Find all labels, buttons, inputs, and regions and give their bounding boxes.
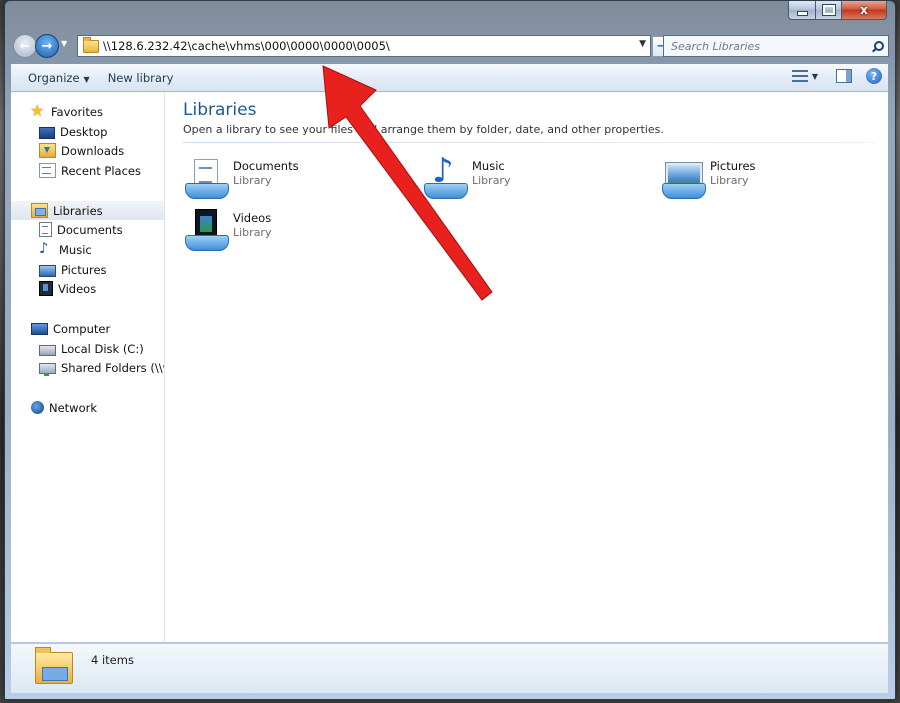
sidebar-item-label: Documents: [57, 222, 123, 237]
videos-icon: [39, 281, 53, 296]
sidebar-item-label: Desktop: [60, 124, 108, 139]
sidebar-item-label: Computer: [53, 321, 111, 336]
folder-icon: [83, 36, 99, 53]
sidebar-item-libraries[interactable]: Libraries: [11, 201, 164, 220]
library-type: Library: [233, 174, 272, 187]
sidebar-item-desktop[interactable]: Desktop: [11, 122, 164, 141]
navigation-row: ← → ▼ \\128.6.232.42\cache\vhms\000\0000…: [5, 33, 895, 59]
preview-pane-icon[interactable]: [836, 69, 852, 83]
computer-icon: [31, 323, 48, 335]
library-name: Documents: [233, 159, 299, 173]
organize-label: Organize: [28, 70, 80, 85]
sidebar-item-label: Libraries: [53, 203, 103, 218]
network-icon: [31, 401, 44, 414]
close-button[interactable]: x: [842, 1, 887, 20]
star-icon: [30, 101, 46, 120]
library-item-videos[interactable]: Videos Library: [183, 209, 413, 253]
change-view-icon[interactable]: [791, 70, 808, 82]
search-box[interactable]: Search Libraries: [663, 35, 889, 57]
sidebar-item-label: Pictures: [61, 262, 107, 277]
library-item-music[interactable]: ♪ Music Library: [422, 151, 652, 201]
organize-menu[interactable]: Organize ▼: [28, 71, 90, 85]
recent-places-icon: [39, 163, 56, 178]
sidebar-item-pictures[interactable]: Pictures: [11, 260, 164, 279]
address-history-dropdown[interactable]: ▼: [639, 39, 646, 49]
documents-icon: [39, 222, 52, 237]
sidebar-item-label: Recent Places: [61, 163, 141, 178]
forward-button[interactable]: →: [35, 34, 59, 58]
sidebar-item-recent-places[interactable]: Recent Places: [11, 161, 164, 180]
sidebar-item-label: Favorites: [51, 104, 103, 119]
library-name: Pictures: [710, 159, 756, 173]
recent-pages-dropdown[interactable]: ▼: [61, 39, 67, 48]
shared-folder-icon: [39, 363, 56, 376]
caption-buttons: x: [788, 1, 887, 20]
sidebar-item-music[interactable]: Music: [11, 239, 164, 259]
minimize-icon: [796, 10, 808, 16]
divider: [183, 142, 877, 143]
search-input[interactable]: Search Libraries: [671, 40, 872, 53]
sidebar-item-downloads[interactable]: Downloads: [11, 141, 164, 160]
library-type: Library: [710, 174, 749, 187]
disk-icon: [39, 344, 56, 356]
forward-arrow-icon: →: [41, 38, 53, 54]
library-type: Library: [233, 226, 272, 239]
library-name: Videos: [233, 211, 272, 225]
help-icon[interactable]: ?: [866, 68, 882, 84]
library-name: Music: [472, 159, 505, 173]
maximize-button[interactable]: [816, 1, 842, 20]
library-item-pictures[interactable]: Pictures Library: [660, 157, 890, 201]
library-type: Library: [472, 174, 511, 187]
pictures-icon: [39, 264, 56, 277]
page-title: Libraries: [183, 100, 257, 120]
sidebar-item-local-disk[interactable]: Local Disk (C:): [11, 339, 164, 358]
command-bar: Organize ▼ New library ▼ ?: [11, 64, 888, 92]
sidebar-item-label: Shared Folders (\\vn: [61, 360, 164, 375]
back-arrow-icon: ←: [19, 38, 31, 54]
sidebar-item-label: Network: [49, 400, 98, 415]
library-folder-icon: [35, 647, 73, 684]
back-button[interactable]: ←: [13, 34, 37, 58]
documents-library-icon: [183, 157, 229, 201]
close-icon: x: [860, 3, 868, 17]
chevron-down-icon: ▼: [83, 74, 90, 84]
sidebar-item-shared-folders[interactable]: Shared Folders (\\vn: [11, 358, 164, 377]
sidebar-item-label: Videos: [58, 281, 97, 296]
sidebar-item-computer[interactable]: Computer: [11, 319, 164, 338]
downloads-icon: [39, 143, 56, 158]
address-bar[interactable]: \\128.6.232.42\cache\vhms\000\0000\0000\…: [77, 35, 651, 57]
view-controls: ▼ ?: [791, 68, 882, 84]
pictures-library-icon: [660, 157, 706, 201]
sidebar-item-label: Local Disk (C:): [61, 341, 144, 356]
maximize-icon: [821, 4, 836, 16]
navigation-pane: Favorites Desktop Downloads Recent Place…: [11, 92, 165, 642]
search-icon[interactable]: [872, 41, 884, 51]
item-count: 4 items: [91, 653, 134, 667]
view-options-dropdown[interactable]: ▼: [812, 72, 818, 81]
status-bar: 4 items: [11, 643, 888, 693]
content-pane: Libraries Open a library to see your fil…: [165, 92, 888, 642]
libraries-icon: [31, 203, 48, 218]
minimize-button[interactable]: [788, 1, 816, 20]
desktop-icon: [39, 126, 55, 139]
videos-library-icon: [183, 209, 229, 253]
sidebar-item-videos[interactable]: Videos: [11, 279, 164, 298]
library-item-documents[interactable]: Documents Library: [183, 157, 413, 201]
sidebar-item-label: Downloads: [61, 143, 125, 158]
sidebar-item-documents[interactable]: Documents: [11, 220, 164, 239]
new-library-button[interactable]: New library: [108, 71, 174, 85]
sidebar-item-network[interactable]: Network: [11, 398, 164, 417]
address-input[interactable]: \\128.6.232.42\cache\vhms\000\0000\0000\…: [103, 39, 390, 53]
explorer-window: x ← → ▼ \\128.6.232.42\cache\vhms\000\00…: [4, 0, 896, 700]
sidebar-item-label: Music: [59, 242, 92, 257]
sidebar-item-favorites[interactable]: Favorites: [11, 101, 164, 121]
music-icon: [39, 239, 54, 257]
music-library-icon: ♪: [422, 151, 468, 201]
page-subtitle: Open a library to see your files and arr…: [183, 123, 664, 136]
